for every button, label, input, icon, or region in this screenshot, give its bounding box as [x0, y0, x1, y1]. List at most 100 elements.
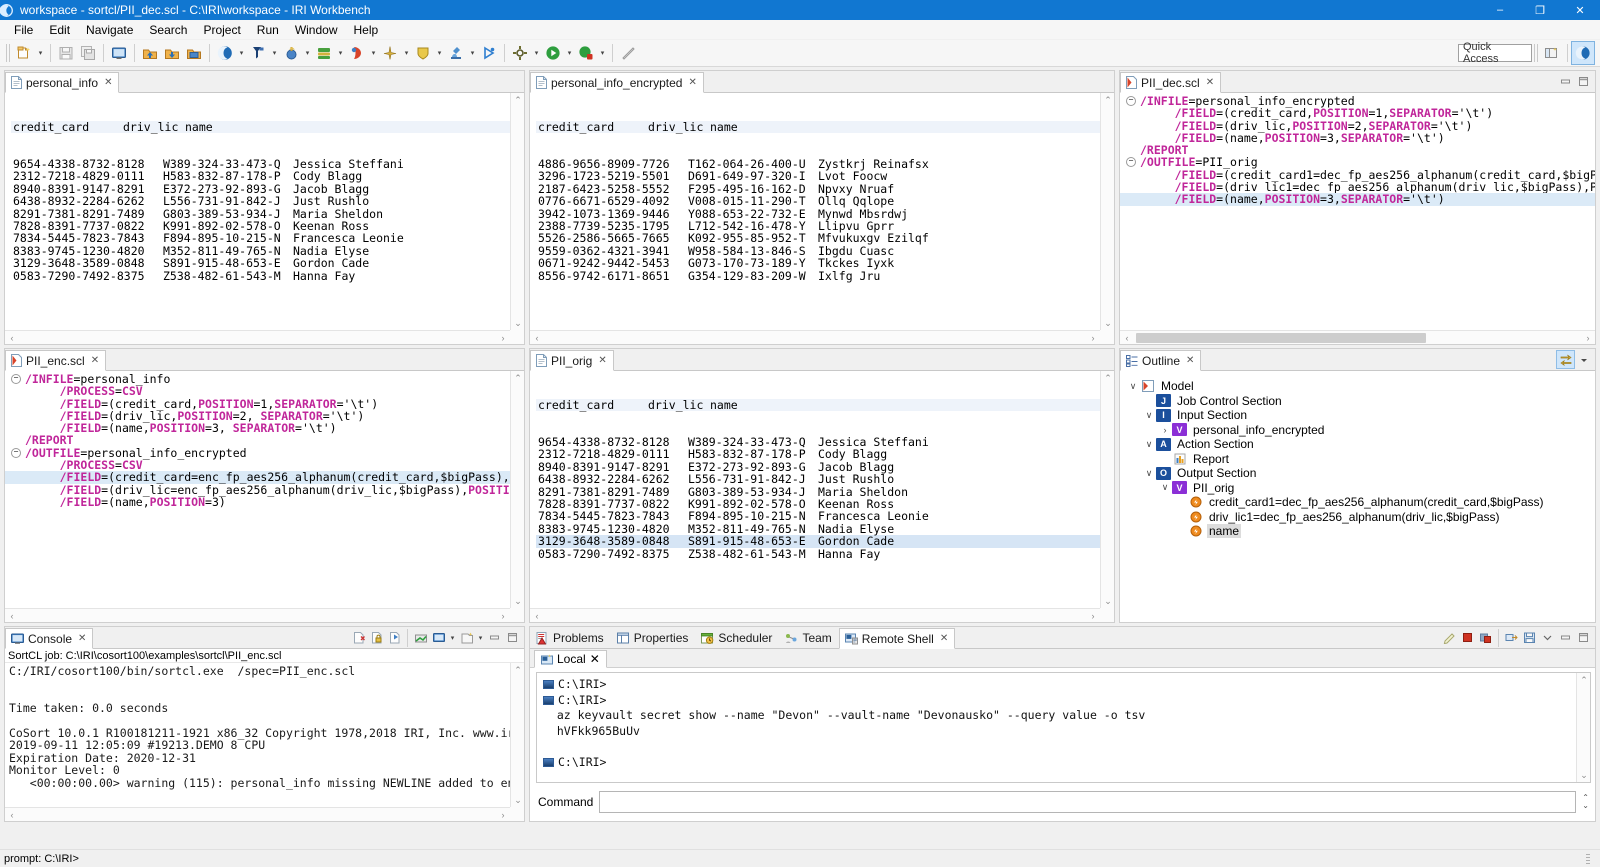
console-icon[interactable]	[108, 42, 130, 64]
scroll-up-icon[interactable]: ⌃	[511, 371, 524, 385]
minimize-icon[interactable]	[1557, 73, 1574, 90]
outline-body[interactable]: ∨ Model J Job Control Section ∨ I Input Sectio…	[1120, 371, 1595, 622]
table-row[interactable]: 3129-3648-3589-0848 S891-915-48-653-E Gord…	[11, 257, 524, 270]
horizontal-scrollbar[interactable]: ‹ ›	[5, 330, 510, 344]
table-row[interactable]: 0583-7290-7492-8375 Z538-482-61-543-M Hann…	[536, 547, 1114, 560]
scroll-down-icon[interactable]: ⌄	[1101, 594, 1114, 608]
scroll-left-icon[interactable]: ‹	[5, 808, 19, 821]
export-icon[interactable]	[161, 42, 183, 64]
scroll-left-icon[interactable]: ‹	[5, 331, 19, 344]
editor-pii-enc-body[interactable]: /INFILE=personal_info /PROCESS=CSV /FIEL…	[5, 371, 524, 622]
perspective-open-icon[interactable]	[1541, 42, 1563, 64]
erwin-dropdown-icon[interactable]: ▾	[368, 42, 379, 64]
fold-collapse-icon[interactable]	[1126, 157, 1136, 168]
minimize-icon[interactable]	[1557, 629, 1574, 646]
protect-icon[interactable]	[412, 42, 434, 64]
import-icon[interactable]	[139, 42, 161, 64]
outline-node[interactable]: J Job Control Section	[1120, 394, 1595, 409]
tab-pii-enc[interactable]: PII_enc.scl ✕	[5, 350, 107, 371]
horizontal-scrollbar[interactable]: ‹ ›	[1120, 330, 1595, 344]
maximize-button[interactable]: ❐	[1520, 0, 1560, 20]
lock-scroll-icon[interactable]	[368, 629, 385, 646]
scroll-left-icon[interactable]: ‹	[530, 331, 544, 344]
tab-team[interactable]: Team	[779, 627, 838, 648]
scroll-right-icon[interactable]: ›	[1086, 609, 1100, 622]
vertical-scrollbar[interactable]: ⌃ ⌄	[510, 663, 524, 807]
close-icon[interactable]: ✕	[598, 355, 606, 366]
table-row[interactable]: 6438-8932-2284-6262 L556-731-91-842-J Just…	[536, 473, 1114, 486]
outline-node[interactable]: › Vpersonal_info_encrypted	[1120, 423, 1595, 438]
table-row[interactable]: 7834-5445-7823-7843 F894-895-10-215-N Fran…	[536, 510, 1114, 523]
vertical-scrollbar[interactable]: ⌃ ⌄	[1100, 93, 1114, 330]
save-all-icon[interactable]	[77, 42, 99, 64]
chevron-right-icon[interactable]: ›	[1158, 425, 1172, 435]
vertical-scrollbar[interactable]: ⌃ ⌄	[510, 371, 524, 608]
close-icon[interactable]: ✕	[590, 652, 600, 666]
menu-navigate[interactable]: Navigate	[78, 21, 141, 39]
dark-data-dropdown-icon[interactable]: ▾	[302, 42, 313, 64]
close-icon[interactable]: ✕	[78, 633, 86, 644]
history-down-icon[interactable]: ⌄	[1582, 802, 1589, 810]
save-icon[interactable]	[1521, 629, 1538, 646]
chevron-down-icon[interactable]: ∨	[1126, 381, 1140, 392]
table-row[interactable]: 5526-2586-5665-7665 K092-955-85-952-T Mfvu…	[536, 232, 1114, 245]
code-line[interactable]: /FIELD=(name,POSITION=3,SEPARATOR='\t')	[1120, 193, 1595, 206]
editor-personal-info-body[interactable]: credit_card driv_lic name 9654-4338-8732-8…	[5, 93, 524, 344]
new-console-dropdown-icon[interactable]: ▾	[476, 629, 485, 646]
menu-search[interactable]: Search	[141, 21, 195, 39]
chevron-down-icon[interactable]: ∨	[1142, 468, 1156, 479]
new-console-icon[interactable]	[458, 629, 475, 646]
close-icon[interactable]: ✕	[940, 633, 948, 644]
chevron-down-icon[interactable]: ∨	[1158, 482, 1172, 493]
scroll-right-icon[interactable]: ›	[1581, 331, 1595, 344]
table-row[interactable]: 7834-5445-7823-7843 F894-895-10-215-N Fran…	[11, 232, 524, 245]
edit-icon[interactable]	[1441, 629, 1458, 646]
fold-collapse-icon[interactable]	[11, 374, 21, 384]
tab-personal-info-encrypted[interactable]: personal_info_encrypted ✕	[530, 72, 704, 93]
scroll-right-icon[interactable]: ›	[496, 609, 510, 622]
menu-run[interactable]: Run	[249, 21, 287, 39]
scrollbar-thumb[interactable]	[1136, 333, 1426, 343]
menu-help[interactable]: Help	[346, 21, 387, 39]
connect-icon[interactable]	[1503, 629, 1520, 646]
tab-console[interactable]: Console ✕	[5, 628, 94, 649]
scroll-right-icon[interactable]: ›	[496, 808, 510, 821]
quick-access-field[interactable]: Quick Access	[1458, 41, 1532, 65]
outline-node[interactable]: ∨ V PII_orig	[1120, 481, 1595, 496]
scroll-up-icon[interactable]: ⌃	[511, 93, 524, 107]
outline-node[interactable]: credit_card1=dec_fp_aes256_alphanum(cred…	[1120, 495, 1595, 510]
menu-file[interactable]: File	[6, 21, 41, 39]
scroll-left-icon[interactable]: ‹	[5, 609, 19, 622]
sort-link-icon[interactable]	[1556, 350, 1575, 369]
table-row[interactable]: 3296-1723-5219-5501 D691-649-97-320-I Lvot…	[536, 170, 1114, 183]
fold-collapse-icon[interactable]	[1126, 96, 1136, 106]
horizontal-scrollbar[interactable]: ‹ ›	[530, 608, 1100, 622]
horizontal-scrollbar[interactable]: ‹ ›	[5, 608, 510, 622]
table-row[interactable]: 3129-3648-3589-0848 S891-915-48-653-E Gord…	[536, 535, 1114, 548]
console-body[interactable]: C:/IRI/cosort100/bin/sortcl.exe /spec=PI…	[5, 663, 524, 821]
scroll-down-icon[interactable]: ⌄	[1577, 768, 1590, 782]
scroll-up-icon[interactable]: ⌃	[1101, 371, 1114, 385]
tab-personal-info[interactable]: personal_info ✕	[5, 72, 120, 93]
table-row[interactable]: 2312-7218-4829-0111 H583-832-87-178-P Cody…	[11, 170, 524, 183]
tab-outline[interactable]: Outline ✕	[1120, 350, 1202, 371]
perspective-grip[interactable]	[1534, 44, 1539, 62]
scroll-up-icon[interactable]: ⌃	[1101, 93, 1114, 107]
tab-pii-dec[interactable]: PII_dec.scl ✕	[1120, 72, 1222, 93]
data-masking-icon[interactable]	[313, 42, 335, 64]
debug-icon[interactable]	[575, 42, 597, 64]
tab-problems[interactable]: Problems	[530, 627, 611, 648]
outline-node[interactable]: Report	[1120, 452, 1595, 467]
metadata-icon[interactable]	[379, 42, 401, 64]
ruler-icon[interactable]	[617, 42, 639, 64]
display-console-dropdown-icon[interactable]: ▾	[448, 629, 457, 646]
data-profiling-dropdown-icon[interactable]: ▾	[269, 42, 280, 64]
table-row[interactable]: 0583-7290-7492-8375 Z538-482-61-543-M Hann…	[11, 269, 524, 282]
outline-node[interactable]: ∨ I Input Section	[1120, 408, 1595, 423]
code-line[interactable]: /FIELD=(name,POSITION=3, SEPARATOR='\t')	[5, 422, 524, 434]
build-dropdown-icon[interactable]: ▾	[531, 42, 542, 64]
save-icon[interactable]	[55, 42, 77, 64]
terminate-icon[interactable]	[1459, 629, 1476, 646]
scroll-down-icon[interactable]: ⌄	[511, 793, 524, 807]
close-icon[interactable]: ✕	[1206, 77, 1214, 88]
